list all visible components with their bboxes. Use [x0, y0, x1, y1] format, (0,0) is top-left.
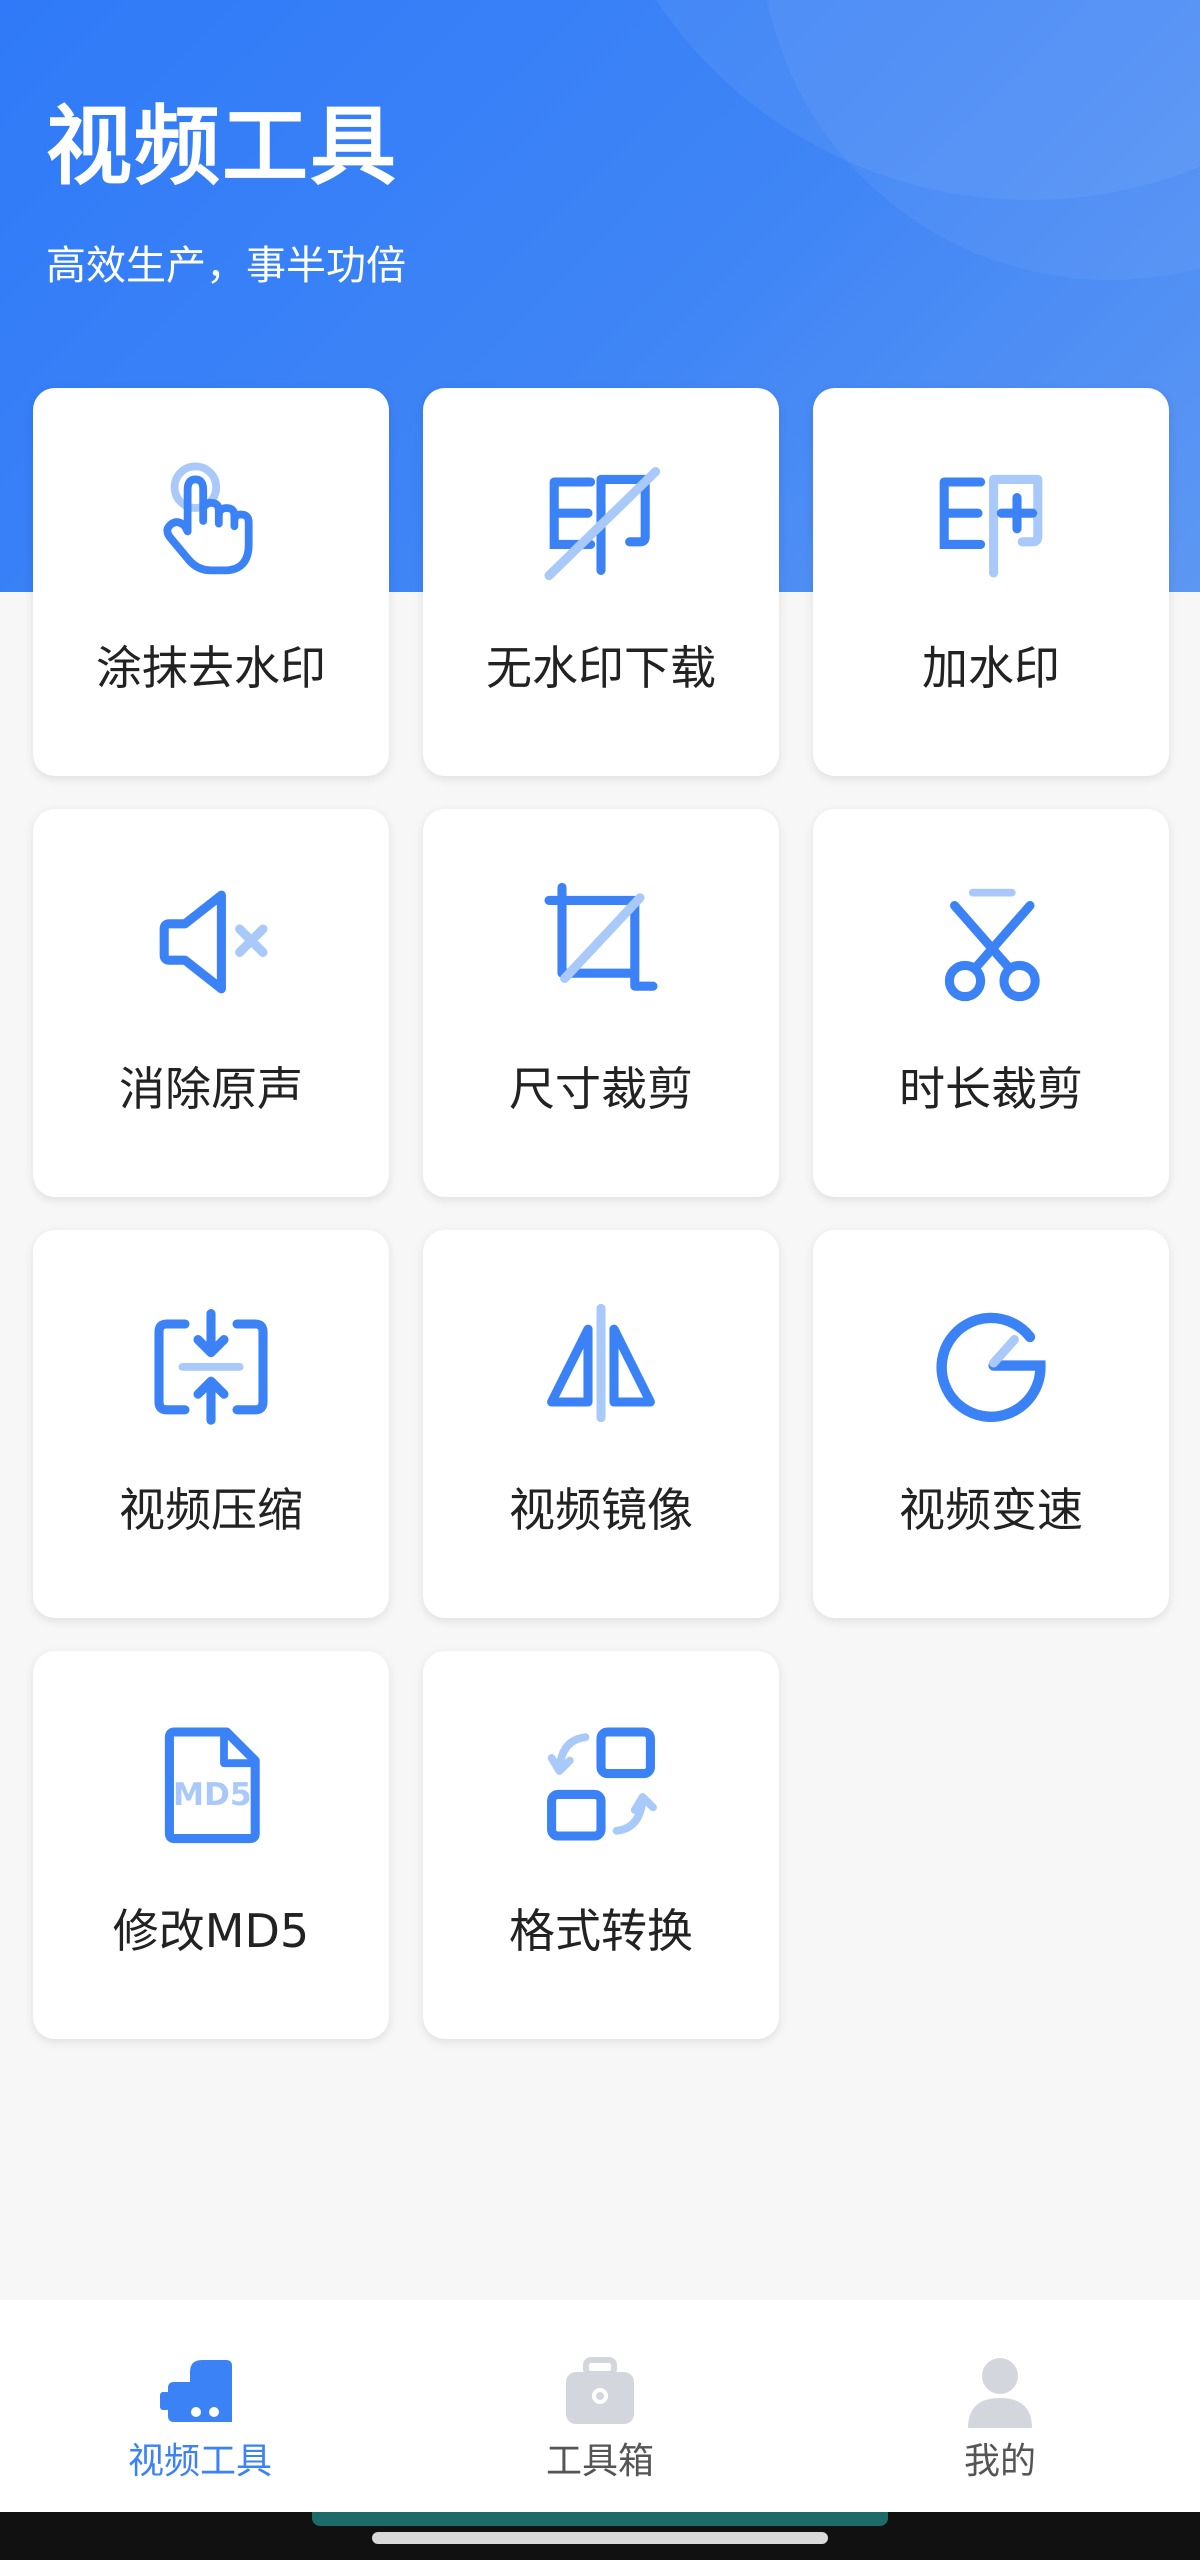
tool-label: 无水印下载	[486, 641, 716, 695]
bottom-tab-bar: 视频工具 工具箱 我的	[0, 2300, 1200, 2512]
nav-accent	[312, 2512, 888, 2526]
tool-label: 消除原声	[119, 1062, 303, 1116]
tool-card-video-compress[interactable]: 视频压缩	[33, 1230, 389, 1618]
speed-gauge-icon	[926, 1298, 1056, 1428]
tool-card-duration-trim[interactable]: 时长裁剪	[813, 809, 1169, 1197]
tool-card-video-speed[interactable]: 视频变速	[813, 1230, 1169, 1618]
tab-mine[interactable]: 我的	[800, 2300, 1200, 2512]
tool-label: 涂抹去水印	[96, 641, 326, 695]
home-indicator[interactable]	[372, 2532, 828, 2544]
tool-label: 视频压缩	[119, 1483, 303, 1537]
tab-label: 我的	[963, 2441, 1036, 2482]
tool-card-format-convert[interactable]: 格式转换	[423, 1651, 779, 2039]
crop-icon	[536, 877, 666, 1007]
mute-speaker-icon	[146, 877, 276, 1007]
tool-label: 尺寸裁剪	[509, 1062, 693, 1116]
tab-label: 工具箱	[545, 2441, 654, 2482]
tool-label: 格式转换	[509, 1904, 693, 1958]
tool-label: 修改MD5	[112, 1904, 310, 1958]
system-navigation-bar	[0, 2512, 1200, 2560]
tap-hand-icon	[146, 456, 276, 586]
tool-label: 视频变速	[899, 1483, 1083, 1537]
compress-icon	[146, 1298, 276, 1428]
format-convert-icon	[536, 1719, 666, 1849]
page-subtitle: 高效生产，事半功倍	[46, 243, 406, 289]
tab-label: 视频工具	[127, 2441, 272, 2482]
toolbox-icon	[560, 2352, 640, 2432]
no-watermark-icon	[536, 456, 666, 586]
scissors-icon	[926, 877, 1056, 1007]
video-camera-icon	[160, 2352, 240, 2432]
tool-card-no-watermark-download[interactable]: 无水印下载	[423, 388, 779, 776]
tool-label: 视频镜像	[509, 1483, 693, 1537]
tool-card-video-mirror[interactable]: 视频镜像	[423, 1230, 779, 1618]
md5-file-icon: MD5	[146, 1719, 276, 1849]
user-icon	[960, 2352, 1040, 2432]
tool-card-remove-audio[interactable]: 消除原声	[33, 809, 389, 1197]
md5-icon-text: MD5	[173, 1777, 252, 1813]
tab-video-tools[interactable]: 视频工具	[0, 2300, 400, 2512]
page-title: 视频工具	[46, 97, 398, 197]
tool-grid: 涂抹去水印 无水印下载 加水印 消除原声 尺寸裁剪 时长裁剪 视频压缩 视频镜像…	[33, 388, 1169, 2039]
tool-card-modify-md5[interactable]: MD5 修改MD5	[33, 1651, 389, 2039]
tool-label: 加水印	[922, 641, 1060, 695]
tool-card-add-watermark[interactable]: 加水印	[813, 388, 1169, 776]
tool-label: 时长裁剪	[899, 1062, 1083, 1116]
tool-card-smear-remove-watermark[interactable]: 涂抹去水印	[33, 388, 389, 776]
tool-card-size-crop[interactable]: 尺寸裁剪	[423, 809, 779, 1197]
mirror-icon	[536, 1298, 666, 1428]
add-watermark-icon	[926, 456, 1056, 586]
tab-toolbox[interactable]: 工具箱	[400, 2300, 800, 2512]
